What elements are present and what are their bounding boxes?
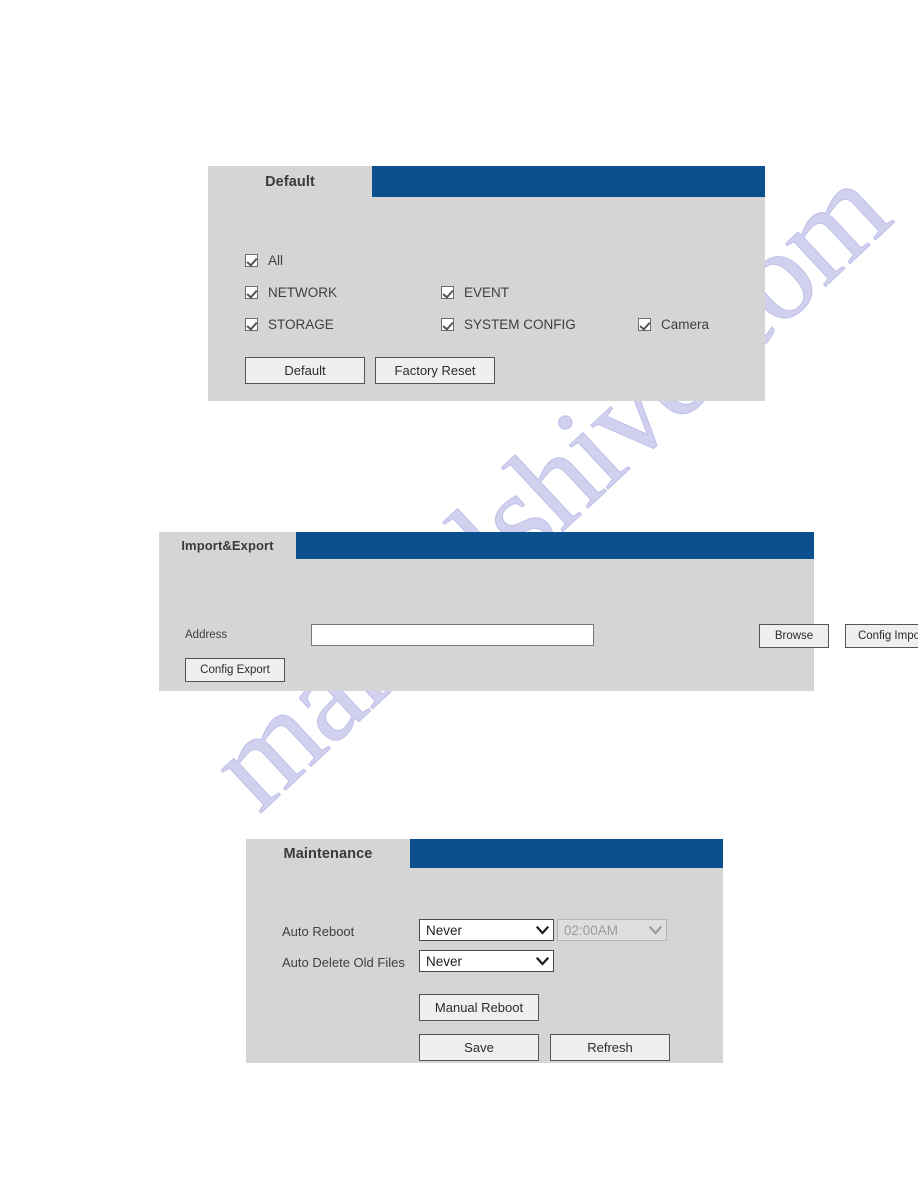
config-export-button[interactable]: Config Export [185,658,285,682]
checkbox-row-storage[interactable]: STORAGE [245,317,334,332]
maintenance-panel-title-bar [410,839,723,868]
chevron-down-icon [531,956,553,966]
refresh-button[interactable]: Refresh [550,1034,670,1061]
import-export-panel-header: Import&Export [159,532,814,559]
auto-delete-old-files-value: Never [426,953,463,969]
manual-reboot-button[interactable]: Manual Reboot [419,994,539,1021]
default-panel: Default All NETWORK EVENT STORAGE SYSTEM… [208,166,765,401]
import-export-panel-title-bar [296,532,814,559]
checkbox-storage[interactable] [245,318,258,331]
browse-button[interactable]: Browse [759,624,829,648]
default-panel-header: Default [208,166,765,197]
tab-default[interactable]: Default [208,166,372,197]
checkbox-network-label: NETWORK [268,285,337,300]
address-label: Address [185,629,228,641]
checkbox-all[interactable] [245,254,258,267]
address-input[interactable] [311,624,594,646]
checkbox-row-camera[interactable]: Camera [638,317,709,332]
auto-reboot-value: Never [426,922,463,938]
checkbox-row-all[interactable]: All [245,253,283,268]
save-button[interactable]: Save [419,1034,539,1061]
checkbox-event[interactable] [441,286,454,299]
import-export-panel: Import&Export Address Browse Config Impo… [159,532,918,691]
chevron-down-icon [531,925,553,935]
checkbox-row-network[interactable]: NETWORK [245,285,337,300]
checkbox-camera[interactable] [638,318,651,331]
auto-delete-old-files-label: Auto Delete Old Files [282,955,405,970]
maintenance-panel-header: Maintenance [246,839,723,868]
factory-reset-button[interactable]: Factory Reset [375,357,495,384]
checkbox-system-config[interactable] [441,318,454,331]
default-panel-body: All NETWORK EVENT STORAGE SYSTEM CONFIG … [208,197,765,401]
checkbox-event-label: EVENT [464,285,510,300]
checkbox-system-config-label: SYSTEM CONFIG [464,317,576,332]
tab-maintenance-label: Maintenance [283,845,373,862]
auto-reboot-time-value: 02:00AM [564,922,619,938]
auto-reboot-label: Auto Reboot [282,924,355,939]
checkbox-network[interactable] [245,286,258,299]
default-panel-title-bar [372,166,765,197]
tab-maintenance[interactable]: Maintenance [246,839,410,868]
default-button[interactable]: Default [245,357,365,384]
config-import-button[interactable]: Config Import [845,624,918,648]
chevron-down-icon [644,925,666,935]
checkbox-all-label: All [268,253,284,268]
tab-default-label: Default [265,173,315,190]
tab-import-export-label: Import&Export [181,538,274,553]
checkbox-row-event[interactable]: EVENT [441,285,509,300]
maintenance-panel: Maintenance Auto Reboot Never 02:00AM Au… [246,839,723,1063]
checkbox-row-system-config[interactable]: SYSTEM CONFIG [441,317,576,332]
checkbox-storage-label: STORAGE [268,317,334,332]
auto-reboot-select[interactable]: Never [419,919,554,941]
auto-delete-old-files-select[interactable]: Never [419,950,554,972]
tab-import-export[interactable]: Import&Export [159,532,296,559]
checkbox-camera-label: Camera [661,317,710,332]
maintenance-panel-body: Auto Reboot Never 02:00AM Auto Delete Ol… [246,868,723,1063]
import-export-panel-body: Address Browse Config Import Config Expo… [159,559,918,691]
auto-reboot-time-select[interactable]: 02:00AM [557,919,667,941]
